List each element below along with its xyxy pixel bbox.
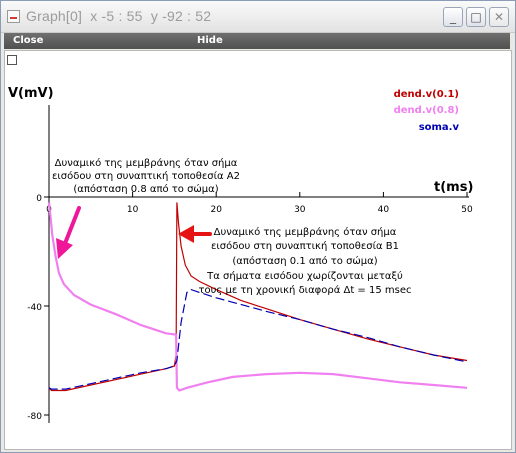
x-tick-label: 40 [378,205,390,215]
annotation-red-line: τους με τη χρονική διαφορά Δt = 15 msec [198,284,411,296]
y-tick-label: -40 [27,303,42,313]
annotation-red-line: Δυναμικό της μεμβράνης όταν σήμα [214,226,397,238]
legend-entry: dend.v(0.1) [394,89,459,100]
x-tick-label: 30 [294,205,306,215]
x-tick-label: 20 [210,205,222,215]
legend-entry: soma.v [419,122,460,133]
x-tick-label: 10 [127,205,139,215]
annotation-pink-line: (απόσταση 0.8 από το σώμα) [73,183,218,195]
voltage-plot: 0 10 20 30 40 500-40-80 V(mV) t(ms) dend.v(0.… [8,86,473,423]
y-tick-label: -80 [27,412,42,422]
x-tick-label: 50 [461,205,473,215]
annotation-pink-line: Δυναμικό της μεμβράνης όταν σήμα [55,157,238,169]
annotation-red-line: εισόδου στη συναπτική τοποθεσία Β1 [211,240,399,252]
x-axis-label: t(ms) [434,180,473,195]
annotation-red-line: Τα σήματα εισόδου χωρίζονται μεταξύ [206,270,403,282]
annotation-red-line: (απόσταση 0.1 από το σώμα) [232,255,377,267]
annotation-pink-line: εισόδου στη συναπτική τοποθεσία Α2 [52,170,240,182]
y-axis-label: V(mV) [8,86,54,101]
graph-window: Graph[0] x -5 : 55 y -92 : 52 _ □ ✕ Clos… [0,0,516,453]
y-tick-label: 0 [36,194,42,204]
legend-entry: dend.v(0.8) [394,105,459,116]
pink-arrow-icon [62,206,81,248]
